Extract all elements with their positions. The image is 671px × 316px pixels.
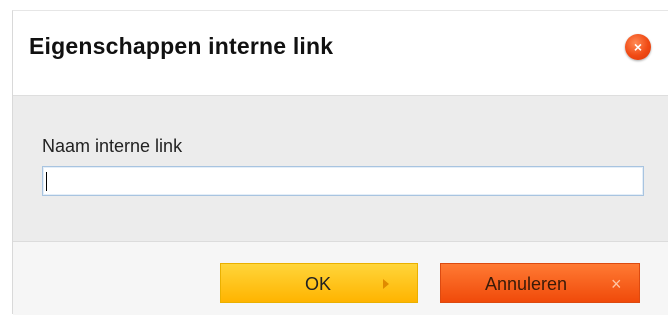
close-icon: × bbox=[633, 39, 643, 55]
arrow-right-icon bbox=[383, 279, 389, 289]
dialog-body: Naam interne link bbox=[13, 95, 668, 241]
dialog-title: Eigenschappen interne link bbox=[29, 33, 334, 59]
name-input[interactable] bbox=[42, 166, 644, 196]
internal-link-properties-dialog: Eigenschappen interne link × Naam intern… bbox=[12, 10, 668, 315]
cancel-button-label: Annuleren bbox=[485, 274, 568, 294]
cancel-button[interactable]: Annuleren × bbox=[440, 263, 640, 303]
dialog-footer: OK Annuleren × bbox=[13, 241, 668, 315]
ok-button[interactable]: OK bbox=[220, 263, 418, 303]
close-button[interactable]: × bbox=[625, 34, 651, 60]
text-caret bbox=[46, 172, 47, 191]
ok-button-label: OK bbox=[305, 274, 332, 294]
name-field-label: Naam interne link bbox=[42, 136, 183, 156]
close-icon: × bbox=[611, 274, 622, 294]
dialog-titlebar: Eigenschappen interne link × bbox=[13, 11, 668, 95]
